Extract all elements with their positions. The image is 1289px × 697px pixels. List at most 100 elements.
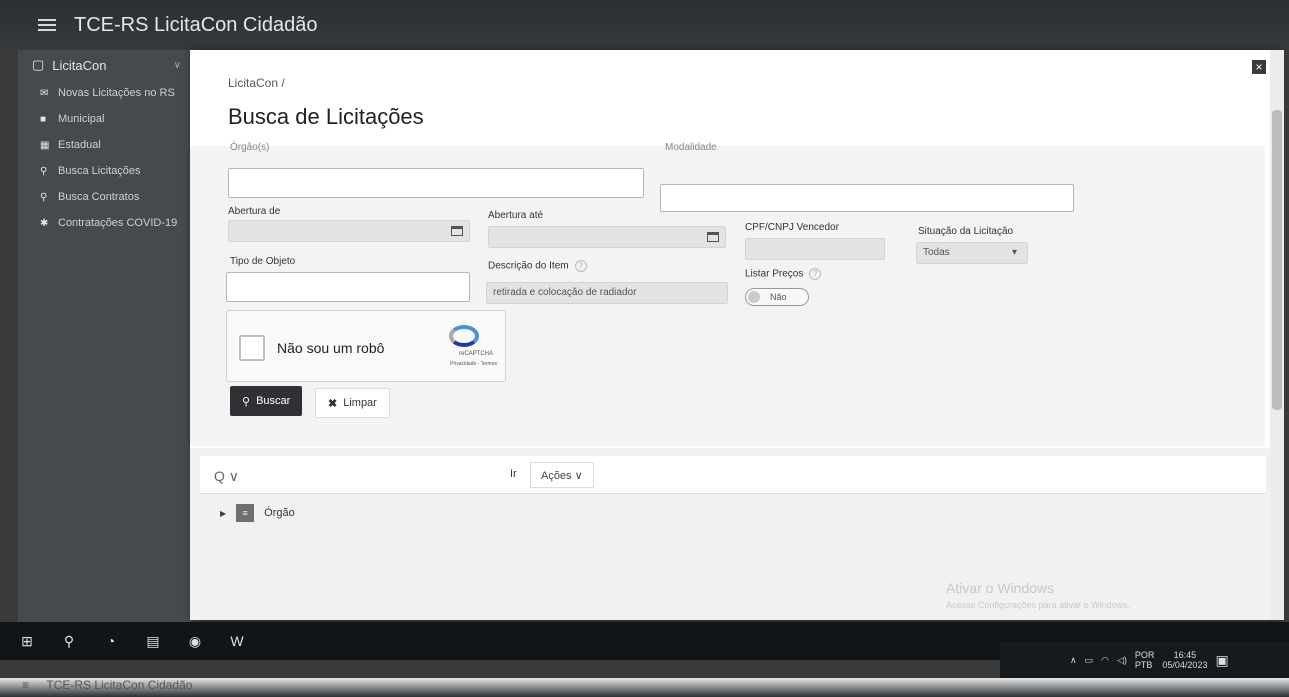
orgao-label: Órgão(s) bbox=[230, 142, 270, 153]
menu-icon[interactable] bbox=[38, 19, 56, 31]
modalidade-input[interactable] bbox=[660, 184, 1074, 212]
second-window-header: ≡ TCE-RS LicitaCon Cidadão bbox=[0, 678, 1289, 697]
word-icon[interactable]: W bbox=[216, 622, 258, 660]
sidebar-item-label: Estadual bbox=[58, 139, 101, 151]
watermark-line2: Acesse Configurações para ativar o Windo… bbox=[946, 600, 1131, 610]
search-form: Órgão(s) Modalidade Abertura de Abertura… bbox=[190, 142, 1265, 446]
listar-precos-toggle[interactable]: Não bbox=[745, 288, 809, 306]
abertura-de-label: Abertura de bbox=[228, 206, 281, 217]
chevron-down-icon: ▾ bbox=[1012, 247, 1018, 258]
cpf-cnpj-input[interactable] bbox=[745, 238, 885, 260]
calendar-icon[interactable] bbox=[451, 226, 463, 236]
sidebar-item-novas-licitacoes[interactable]: ✉ Novas Licitações no RS bbox=[18, 80, 193, 106]
watermark-line1: Ativar o Windows bbox=[946, 580, 1055, 596]
page-title: Busca de Licitações bbox=[228, 104, 424, 129]
menu-icon[interactable]: ≡ bbox=[22, 678, 29, 692]
search-icon[interactable]: ⚲ bbox=[48, 622, 90, 660]
recaptcha-brand: reCAPTCHA bbox=[458, 351, 493, 357]
chevron-up-icon[interactable]: ∧ bbox=[1070, 655, 1077, 666]
report-row-orgao[interactable]: ▶ ≡ Órgão bbox=[220, 504, 295, 522]
sidebar-item-covid[interactable]: ✱ Contratações COVID-19 bbox=[18, 210, 193, 236]
virus-icon: ✱ bbox=[40, 217, 49, 229]
listar-precos-label-text: Listar Preços bbox=[745, 268, 804, 280]
language-line2: PTB bbox=[1134, 660, 1153, 670]
calendar-icon[interactable] bbox=[707, 232, 719, 242]
report-search-input[interactable] bbox=[260, 462, 498, 488]
group-icon: ≡ bbox=[236, 504, 255, 522]
search-icon: ⚲ bbox=[40, 165, 48, 177]
sidebar-item-label: Contratações COVID-19 bbox=[58, 217, 178, 229]
recaptcha-text: Não sou um robô bbox=[277, 340, 385, 356]
grid-icon: ▦ bbox=[40, 139, 50, 151]
descricao-label-text: Descrição do Item bbox=[488, 260, 569, 272]
descricao-label: Descrição do Item? bbox=[488, 260, 587, 272]
sidebar-item-municipal[interactable]: ■ Municipal bbox=[18, 106, 193, 132]
notification-icon[interactable]: ▣ bbox=[1215, 652, 1228, 669]
search-icon: ⚲ bbox=[242, 395, 251, 408]
sidebar: ▢ LicitaCon ∨ ✉ Novas Licitações no RS ■… bbox=[18, 50, 193, 625]
chevron-down-icon: ∨ bbox=[173, 59, 181, 71]
sidebar-item-label: Municipal bbox=[58, 113, 105, 125]
search-icon-glyph: Q bbox=[214, 468, 225, 484]
clock[interactable]: 16:45 05/04/2023 bbox=[1162, 650, 1207, 670]
situacao-select[interactable]: Todas ▾ bbox=[916, 242, 1028, 264]
page-scrollbar[interactable] bbox=[1270, 50, 1284, 620]
windows-start-icon[interactable]: ⊞ bbox=[6, 622, 48, 660]
breadcrumb[interactable]: LicitaCon / bbox=[228, 76, 285, 90]
clear-button-label: Limpar bbox=[343, 397, 377, 409]
clock-time: 16:45 bbox=[1173, 650, 1197, 660]
sidebar-section-label: LicitaCon bbox=[52, 57, 107, 73]
help-icon[interactable]: ? bbox=[809, 268, 822, 280]
language-line1: POR bbox=[1134, 650, 1155, 660]
abertura-ate-input[interactable] bbox=[488, 226, 726, 248]
close-icon: ✖ bbox=[328, 397, 338, 410]
toggle-knob bbox=[748, 291, 760, 303]
modalidade-label: Modalidade bbox=[665, 142, 717, 153]
recaptcha-checkbox[interactable] bbox=[239, 335, 265, 361]
sidebar-item-busca-licitacoes[interactable]: ⚲ Busca Licitações bbox=[18, 158, 193, 184]
actions-menu-button[interactable]: Ações ∨ bbox=[530, 462, 594, 488]
language-indicator[interactable]: POR PTB bbox=[1135, 650, 1155, 670]
task-view-icon[interactable]: ◔ bbox=[90, 622, 132, 660]
sidebar-item-label: Busca Contratos bbox=[58, 191, 140, 203]
recaptcha-logo-icon bbox=[449, 325, 479, 347]
expand-icon[interactable]: ▶ bbox=[220, 509, 226, 518]
descricao-input[interactable]: retirada e colocação de radiador bbox=[486, 282, 728, 304]
sidebar-item-busca-contratos[interactable]: ⚲ Busca Contratos bbox=[18, 184, 193, 210]
close-icon[interactable]: × bbox=[1252, 60, 1266, 74]
abertura-ate-label: Abertura até bbox=[488, 210, 544, 221]
search-icon[interactable]: Q ∨ bbox=[214, 468, 239, 485]
tipo-objeto-input[interactable] bbox=[226, 272, 470, 302]
sidebar-item-estadual[interactable]: ▦ Estadual bbox=[18, 132, 193, 158]
system-tray: ∧ ▭ ◠ ◁) POR PTB 16:45 05/04/2023 ▣ bbox=[1000, 642, 1289, 678]
document-icon: ▢ bbox=[32, 57, 45, 72]
volume-icon[interactable]: ◁) bbox=[1117, 655, 1127, 666]
search-icon: ⚲ bbox=[40, 191, 48, 203]
report-toolbar: Q ∨ Ir Ações ∨ bbox=[200, 456, 1266, 494]
recaptcha-terms[interactable]: Privacidade - Termos bbox=[450, 361, 497, 367]
sidebar-item-label: Busca Licitações bbox=[58, 165, 141, 177]
file-explorer-icon[interactable]: ▤ bbox=[132, 622, 174, 660]
search-button[interactable]: ⚲ Buscar bbox=[230, 386, 303, 416]
toggle-value: Não bbox=[770, 292, 787, 302]
search-button-label: Buscar bbox=[256, 395, 291, 407]
building-icon: ■ bbox=[40, 113, 47, 125]
abertura-de-input[interactable] bbox=[228, 220, 470, 242]
clear-button[interactable]: ✖ Limpar bbox=[315, 388, 390, 418]
battery-icon[interactable]: ▭ bbox=[1085, 655, 1094, 666]
windows-watermark: Ativar o Windows Acesse Configurações pa… bbox=[946, 580, 1130, 610]
wifi-icon[interactable]: ◠ bbox=[1101, 655, 1109, 666]
row-label: Órgão bbox=[264, 507, 295, 519]
situacao-value: Todas bbox=[923, 247, 950, 258]
app-header: TCE-RS LicitaCon Cidadão bbox=[0, 0, 1289, 50]
sidebar-section-licitacon[interactable]: ▢ LicitaCon ∨ bbox=[18, 50, 193, 80]
help-icon[interactable]: ? bbox=[574, 260, 587, 272]
app-title: TCE-RS LicitaCon Cidadão bbox=[74, 13, 318, 36]
situacao-label: Situação da Licitação bbox=[918, 226, 1014, 237]
orgao-input[interactable] bbox=[228, 168, 644, 198]
listar-precos-label: Listar Preços? bbox=[745, 268, 822, 280]
go-button[interactable]: Ir bbox=[510, 468, 517, 480]
scrollbar-thumb[interactable] bbox=[1272, 110, 1282, 410]
browser-icon[interactable]: ◉ bbox=[174, 622, 216, 660]
sidebar-item-label: Novas Licitações no RS bbox=[58, 87, 175, 99]
